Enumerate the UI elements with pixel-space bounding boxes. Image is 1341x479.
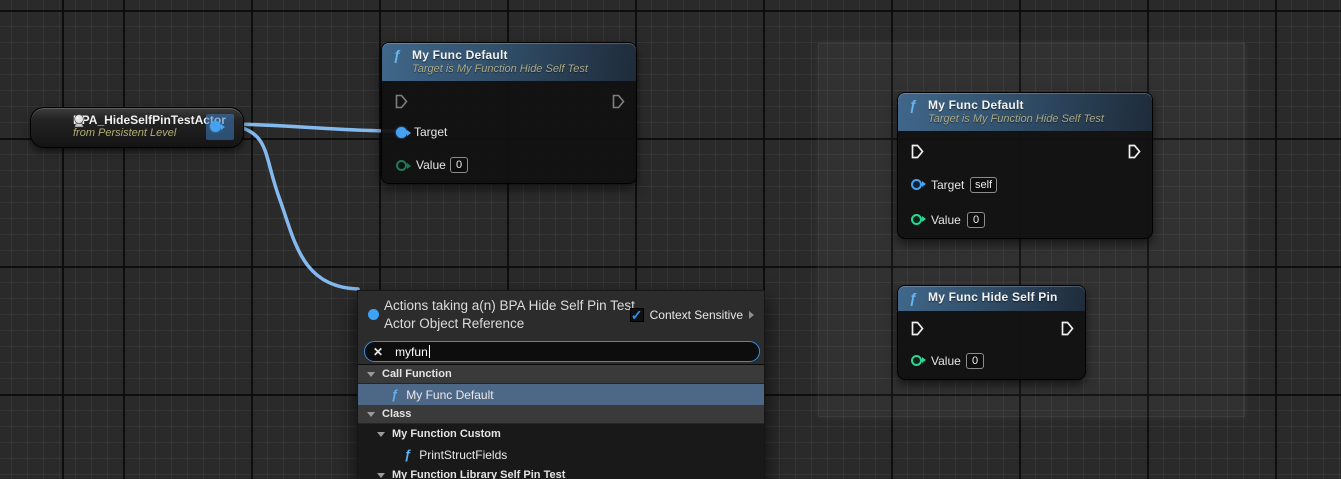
- value-input-pin[interactable]: [911, 355, 922, 366]
- actor-icon: [72, 114, 86, 129]
- action-label: PrintStructFields: [419, 448, 507, 462]
- wire-actor-to-context-menu[interactable]: [224, 124, 358, 289]
- expander-down-icon[interactable]: [367, 412, 375, 417]
- target-pin-label: Target: [931, 178, 964, 192]
- chevron-right-icon[interactable]: [749, 311, 754, 319]
- node-header: ƒ My Func Default Target is My Function …: [382, 43, 636, 81]
- target-default-field[interactable]: self: [970, 177, 997, 193]
- wire-actor-to-target-pin[interactable]: [224, 124, 397, 131]
- value-input-pin[interactable]: [911, 214, 922, 225]
- text-caret: [429, 345, 430, 358]
- actor-output-pin-highlight: [206, 114, 234, 140]
- clear-search-icon[interactable]: ✕: [373, 345, 383, 359]
- blueprint-action-menu[interactable]: Actions taking a(n) BPA Hide Self Pin Te…: [357, 290, 765, 479]
- value-default-field[interactable]: 0: [450, 157, 468, 173]
- actor-object-output-pin[interactable]: [210, 121, 221, 132]
- context-sensitive-label: Context Sensitive: [650, 308, 743, 322]
- subcategory-row-my-function-custom[interactable]: My Function Custom: [358, 424, 764, 444]
- exec-output-pin[interactable]: [1128, 144, 1141, 159]
- node-header: ƒ My Func Hide Self Pin: [898, 286, 1085, 311]
- search-input[interactable]: ✕ myfun: [364, 341, 760, 362]
- value-pin-label: Value: [931, 354, 961, 368]
- exec-input-pin[interactable]: [395, 94, 408, 109]
- value-default-field[interactable]: 0: [967, 212, 985, 228]
- target-input-pin[interactable]: [911, 179, 922, 190]
- value-pin-label: Value: [931, 213, 961, 227]
- node-subtitle: Target is My Function Hide Self Test: [412, 63, 628, 75]
- category-row-call-function[interactable]: Call Function: [358, 365, 764, 384]
- expander-down-icon[interactable]: [367, 372, 375, 377]
- action-row-printstructfields[interactable]: ƒ PrintStructFields: [358, 444, 764, 465]
- action-label: My Func Default: [406, 388, 493, 402]
- node-my-func-default-right[interactable]: ƒ My Func Default Target is My Function …: [897, 92, 1153, 239]
- function-icon: ƒ: [391, 387, 398, 402]
- node-my-func-default-left[interactable]: ƒ My Func Default Target is My Function …: [381, 42, 637, 184]
- action-list: Call Function ƒ My Func Default Class My…: [358, 364, 764, 479]
- object-pin-bullet-icon: [368, 309, 379, 320]
- exec-input-pin[interactable]: [911, 321, 924, 336]
- node-header: ƒ My Func Default Target is My Function …: [898, 93, 1152, 131]
- checkmark-icon: ✓: [631, 307, 643, 323]
- node-subtitle: Target is My Function Hide Self Test: [928, 113, 1144, 125]
- exec-output-pin[interactable]: [612, 94, 625, 109]
- function-icon: ƒ: [909, 97, 925, 113]
- expander-down-icon[interactable]: [377, 432, 385, 437]
- category-row-class[interactable]: Class: [358, 405, 764, 424]
- node-title: My Func Default: [412, 48, 628, 62]
- value-default-field[interactable]: 0: [966, 353, 984, 369]
- search-input-value: myfun: [395, 345, 428, 359]
- target-pin-label: Target: [414, 125, 447, 139]
- value-pin-label: Value: [416, 158, 446, 172]
- context-sensitive-checkbox[interactable]: ✓: [630, 308, 644, 322]
- category-label: Call Function: [382, 368, 452, 380]
- node-title: My Func Default: [928, 98, 1144, 112]
- expander-down-icon[interactable]: [377, 473, 385, 478]
- exec-input-pin[interactable]: [911, 144, 924, 159]
- target-input-pin[interactable]: [396, 127, 407, 138]
- subcategory-label: My Function Custom: [392, 428, 501, 440]
- category-label: Class: [382, 408, 411, 420]
- node-my-func-hide-self-pin[interactable]: ƒ My Func Hide Self Pin Value 0: [897, 285, 1086, 380]
- value-input-pin[interactable]: [396, 160, 407, 171]
- action-menu-title: Actions taking a(n) BPA Hide Self Pin Te…: [384, 297, 638, 333]
- function-icon: ƒ: [909, 290, 925, 306]
- action-row-my-func-default[interactable]: ƒ My Func Default: [358, 384, 764, 405]
- node-bpa-hide-self-pin-test-actor[interactable]: BPA_HideSelfPinTestActor from Persistent…: [30, 107, 244, 148]
- blueprint-graph-canvas[interactable]: BPA_HideSelfPinTestActor from Persistent…: [0, 0, 1341, 479]
- function-icon: ƒ: [393, 47, 409, 63]
- subcategory-label: My Function Library Self Pin Test: [392, 469, 565, 479]
- node-title: My Func Hide Self Pin: [928, 290, 1077, 304]
- exec-output-pin[interactable]: [1061, 321, 1074, 336]
- subcategory-row-my-function-library-self-pin-test[interactable]: My Function Library Self Pin Test: [358, 465, 764, 479]
- function-icon: ƒ: [404, 447, 411, 462]
